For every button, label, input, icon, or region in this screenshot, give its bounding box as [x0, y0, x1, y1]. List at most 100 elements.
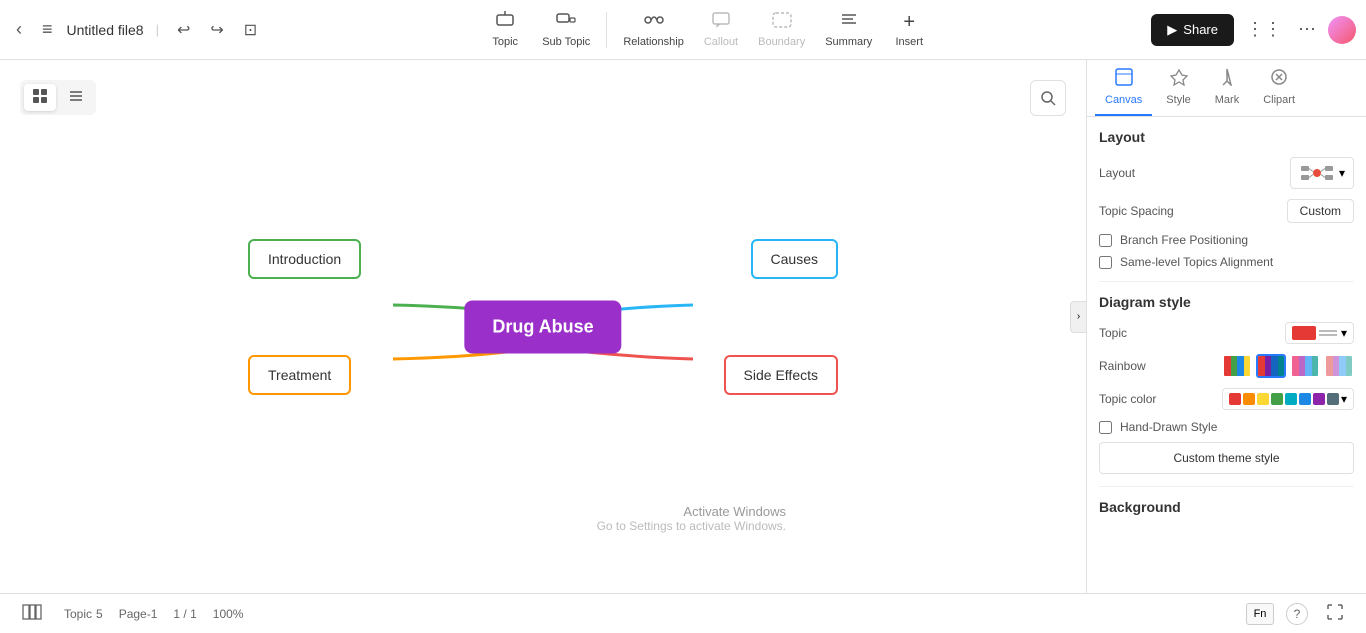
- topic-style-chevron: ▾: [1341, 326, 1347, 340]
- share-play-icon: ▶: [1167, 22, 1177, 38]
- fn-button[interactable]: Fn: [1246, 603, 1274, 625]
- diagram-style-title: Diagram style: [1099, 294, 1354, 310]
- topic-style-dropdown[interactable]: ▾: [1285, 322, 1354, 344]
- layout-label: Layout: [1099, 166, 1135, 180]
- summary-icon: [839, 11, 859, 34]
- custom-theme-button[interactable]: Custom theme style: [1099, 442, 1354, 474]
- topic-count-label: Topic 5: [64, 607, 103, 621]
- right-panel: Canvas Style Mark Clipart: [1086, 60, 1366, 593]
- node-treatment[interactable]: Treatment: [248, 355, 351, 395]
- rainbow-options: [1222, 354, 1354, 378]
- section-divider-1: [1099, 281, 1354, 282]
- mark-tab-icon: [1218, 68, 1236, 91]
- undo-button[interactable]: ↩: [171, 16, 196, 44]
- topic-color-label: Topic color: [1099, 392, 1156, 406]
- topic-spacing-label: Topic Spacing: [1099, 204, 1174, 218]
- node-introduction[interactable]: Introduction: [248, 239, 361, 279]
- topic-button[interactable]: Topic: [480, 7, 530, 52]
- main-content: Drug Abuse Introduction Treatment Causes…: [0, 60, 1366, 593]
- menu-button[interactable]: ≡: [36, 15, 59, 44]
- map-view-button[interactable]: [16, 600, 48, 627]
- panel-tabs: Canvas Style Mark Clipart: [1087, 60, 1366, 117]
- tab-style[interactable]: Style: [1156, 60, 1200, 116]
- subtopic-icon: [556, 11, 576, 34]
- status-bar: Topic 5 Page-1 1 / 1 100% Fn ?: [0, 593, 1366, 633]
- branch-free-checkbox[interactable]: [1099, 234, 1112, 247]
- color-dot-3: [1257, 393, 1269, 405]
- hand-drawn-row: Hand-Drawn Style: [1099, 420, 1354, 434]
- hand-drawn-checkbox[interactable]: [1099, 421, 1112, 434]
- relationship-button[interactable]: Relationship: [615, 7, 692, 52]
- toolbar-divider: [606, 12, 607, 48]
- more-options-button[interactable]: ⋯: [1294, 15, 1320, 44]
- topic-style-rect: [1292, 326, 1316, 340]
- callout-icon: [711, 11, 731, 34]
- rainbow-row: Rainbow: [1099, 354, 1354, 378]
- callout-button[interactable]: Callout: [696, 7, 746, 52]
- custom-spacing-button[interactable]: Custom: [1287, 199, 1354, 223]
- rainbow-swatch-3[interactable]: [1290, 354, 1320, 378]
- main-toolbar: ‹ ≡ Untitled file8 | ↩ ↪ ⊡ Topic Sub Top…: [0, 0, 1366, 60]
- topic-icon: [495, 11, 515, 34]
- rainbow-swatch-4[interactable]: [1324, 354, 1354, 378]
- filename-label: Untitled file8: [67, 22, 144, 38]
- view-toggle: [20, 80, 96, 115]
- branch-free-label: Branch Free Positioning: [1120, 233, 1248, 247]
- zoom-level: 100%: [213, 607, 244, 621]
- fullscreen-button[interactable]: [1320, 599, 1350, 628]
- boundary-icon: [772, 11, 792, 34]
- section-divider-2: [1099, 486, 1354, 487]
- user-avatar[interactable]: [1328, 16, 1356, 44]
- boundary-button[interactable]: Boundary: [750, 7, 813, 52]
- color-dot-1: [1229, 393, 1241, 405]
- central-node[interactable]: Drug Abuse: [464, 300, 621, 353]
- clipart-tab-icon: [1270, 68, 1288, 91]
- topic-style-label: Topic: [1099, 326, 1127, 340]
- canvas-area: Drug Abuse Introduction Treatment Causes…: [0, 60, 1086, 593]
- color-dot-8: [1327, 393, 1339, 405]
- back-button[interactable]: ‹: [10, 15, 28, 44]
- tab-canvas[interactable]: Canvas: [1095, 60, 1152, 116]
- redo-button[interactable]: ↪: [204, 16, 229, 44]
- toolbar-center: Topic Sub Topic Relationship Callout Bo: [271, 7, 1143, 52]
- clip-button[interactable]: ⊡: [238, 16, 263, 44]
- topic-style-row: Topic ▾: [1099, 322, 1354, 344]
- tab-mark[interactable]: Mark: [1205, 60, 1249, 116]
- color-dot-2: [1243, 393, 1255, 405]
- help-button[interactable]: ?: [1286, 603, 1308, 625]
- canvas-tab-icon: [1115, 68, 1133, 91]
- color-dot-6: [1299, 393, 1311, 405]
- page-info: 1 / 1: [173, 607, 196, 621]
- insert-icon: +: [903, 11, 915, 34]
- subtopic-button[interactable]: Sub Topic: [534, 7, 598, 52]
- share-button[interactable]: ▶ Share: [1151, 14, 1234, 46]
- node-causes[interactable]: Causes: [751, 239, 838, 279]
- page-label: Page-1: [119, 607, 158, 621]
- same-level-checkbox[interactable]: [1099, 256, 1112, 269]
- summary-button[interactable]: Summary: [817, 7, 880, 52]
- style-tab-icon: [1170, 68, 1188, 91]
- rainbow-label: Rainbow: [1099, 359, 1146, 373]
- list-view-button[interactable]: [60, 84, 92, 111]
- card-view-button[interactable]: [24, 84, 56, 111]
- node-sideeffects[interactable]: Side Effects: [724, 355, 838, 395]
- insert-button[interactable]: + Insert: [884, 7, 934, 52]
- same-level-row: Same-level Topics Alignment: [1099, 255, 1354, 269]
- activate-watermark: Activate Windows Go to Settings to activ…: [597, 504, 786, 533]
- layout-dropdown[interactable]: ▾: [1290, 157, 1354, 189]
- search-button[interactable]: [1030, 80, 1066, 116]
- rainbow-swatch-2[interactable]: [1256, 354, 1286, 378]
- mindmap-container: Drug Abuse Introduction Treatment Causes…: [193, 227, 893, 427]
- tab-clipart[interactable]: Clipart: [1253, 60, 1305, 116]
- color-dot-5: [1285, 393, 1297, 405]
- same-level-label: Same-level Topics Alignment: [1120, 255, 1273, 269]
- topic-spacing-row: Topic Spacing Custom: [1099, 199, 1354, 223]
- topic-color-dropdown[interactable]: ▾: [1222, 388, 1354, 410]
- panel-collapse-button[interactable]: ›: [1070, 301, 1086, 333]
- color-palette-chevron: ▾: [1341, 392, 1347, 406]
- layout-section-title: Layout: [1099, 129, 1354, 145]
- rainbow-swatch-1[interactable]: [1222, 354, 1252, 378]
- layout-chevron: ▾: [1339, 166, 1345, 180]
- background-title: Background: [1099, 499, 1354, 515]
- apps-grid-button[interactable]: ⋮⋮: [1242, 15, 1286, 44]
